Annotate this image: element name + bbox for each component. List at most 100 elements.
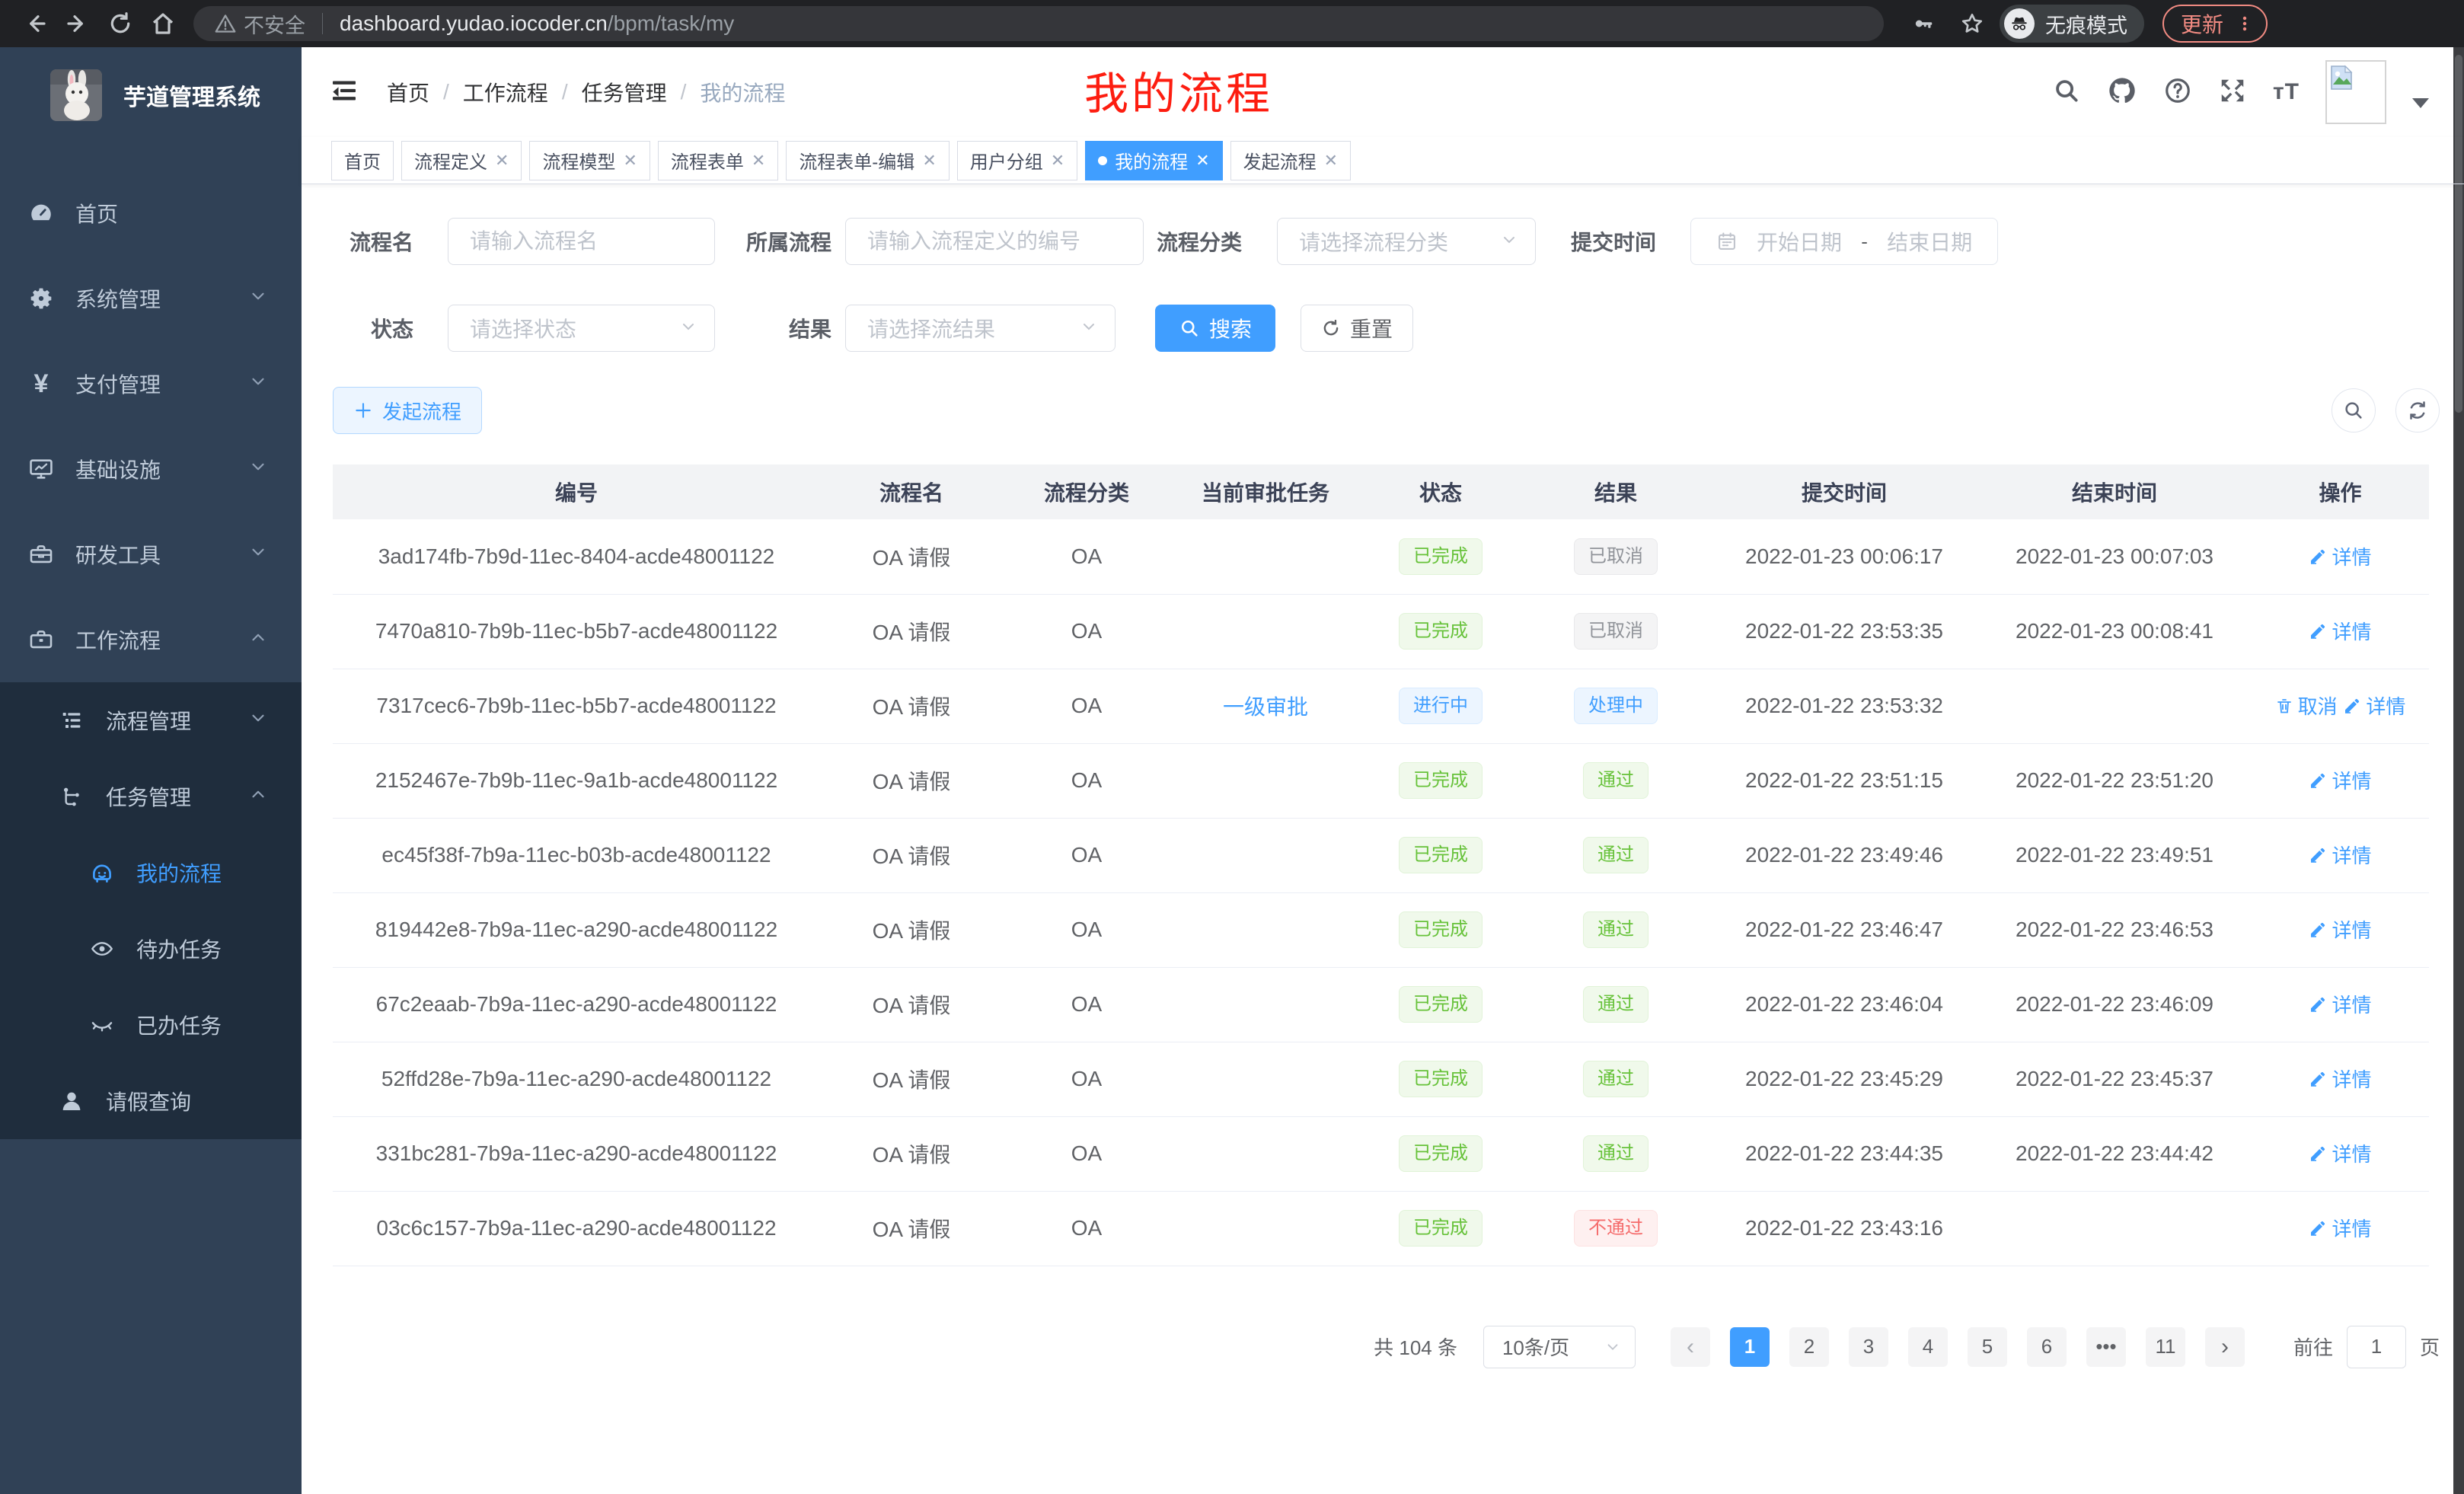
close-icon[interactable]: ✕ xyxy=(922,151,936,171)
tab-0[interactable]: 首页 xyxy=(331,141,394,180)
page-button-4[interactable]: 4 xyxy=(1908,1327,1948,1367)
sidebar-item-5[interactable]: 工作流程 xyxy=(0,597,302,682)
category-select[interactable]: 请选择流程分类 xyxy=(1277,218,1536,265)
date-range-picker[interactable]: 开始日期 - 结束日期 xyxy=(1690,218,1998,265)
avatar[interactable] xyxy=(2325,60,2386,124)
window-scrollbar[interactable] xyxy=(2453,47,2464,1494)
cell-submit-time: 2022-01-22 23:46:04 xyxy=(1711,967,1977,1042)
pagination-total: 共 104 条 xyxy=(1374,1333,1457,1361)
refresh-table-button[interactable] xyxy=(2395,388,2440,433)
sidebar-item-9[interactable]: 待办任务 xyxy=(0,911,302,987)
bookmark-star-icon[interactable] xyxy=(1951,2,1993,45)
sidebar-item-6[interactable]: 流程管理 xyxy=(0,682,302,758)
goto-page-input[interactable] xyxy=(2347,1326,2406,1368)
url-bar[interactable]: 不安全 dashboard.yudao.iocoder.cn/bpm/task/… xyxy=(193,6,1884,41)
cell-name: OA 请假 xyxy=(820,743,1003,818)
detail-action[interactable]: 详情 xyxy=(2309,542,2371,570)
font-size-icon[interactable]: тT xyxy=(2273,79,2300,105)
tab-2[interactable]: 流程模型✕ xyxy=(529,141,650,180)
avatar-caret-icon[interactable] xyxy=(2412,98,2429,108)
status-badge: 已完成 xyxy=(1399,986,1483,1023)
close-icon[interactable]: ✕ xyxy=(1324,151,1338,171)
not-secure-warning[interactable]: 不安全 xyxy=(215,9,305,39)
detail-action[interactable]: 详情 xyxy=(2309,766,2371,794)
search-button[interactable]: 搜索 xyxy=(1155,305,1275,352)
tab-1[interactable]: 流程定义✕ xyxy=(401,141,522,180)
category-placeholder: 请选择流程分类 xyxy=(1278,226,1448,257)
status-select[interactable]: 请选择状态 xyxy=(448,305,715,352)
password-key-icon[interactable] xyxy=(1902,2,1945,45)
sidebar-item-3[interactable]: 基础设施 xyxy=(0,426,302,512)
fullscreen-icon[interactable] xyxy=(2218,76,2247,109)
create-process-button[interactable]: 发起流程 xyxy=(333,387,482,434)
result-select[interactable]: 请选择流结果 xyxy=(845,305,1116,352)
browser-home-icon[interactable] xyxy=(142,2,184,45)
main-area: 首页 / 工作流程 / 任务管理 / 我的流程 我的流程 xyxy=(302,47,2464,1494)
browser-reload-icon[interactable] xyxy=(99,2,142,45)
detail-action[interactable]: 详情 xyxy=(2309,990,2371,1018)
sidebar-item-4[interactable]: 研发工具 xyxy=(0,512,302,597)
browser-forward-icon[interactable] xyxy=(56,2,99,45)
close-icon[interactable]: ✕ xyxy=(1051,151,1064,171)
submit-time-label: 提交时间 xyxy=(1571,226,1656,257)
page-size-select[interactable]: 10条/页 xyxy=(1483,1326,1636,1368)
tab-4[interactable]: 流程表单-编辑✕ xyxy=(786,141,949,180)
close-icon[interactable]: ✕ xyxy=(623,151,637,171)
status-label: 状态 xyxy=(333,313,413,343)
detail-action[interactable]: 详情 xyxy=(2309,841,2371,869)
sidebar-item-2[interactable]: ¥支付管理 xyxy=(0,341,302,426)
next-page-button[interactable]: › xyxy=(2205,1327,2245,1367)
github-icon[interactable] xyxy=(2107,75,2137,110)
breadcrumb-task-mgmt[interactable]: 任务管理 xyxy=(582,77,667,107)
detail-action[interactable]: 详情 xyxy=(2309,1214,2371,1242)
scrollbar-thumb[interactable] xyxy=(2455,55,2462,413)
page-button-2[interactable]: 2 xyxy=(1789,1327,1829,1367)
process-def-input[interactable] xyxy=(845,218,1144,265)
sidebar-item-11[interactable]: 请假查询 xyxy=(0,1063,302,1139)
page-button-6[interactable]: 6 xyxy=(2027,1327,2067,1367)
detail-action[interactable]: 详情 xyxy=(2309,1065,2371,1093)
sidebar-item-10[interactable]: 已办任务 xyxy=(0,987,302,1063)
column-header-4: 状态 xyxy=(1361,464,1521,519)
close-icon[interactable]: ✕ xyxy=(495,151,509,171)
sidebar-item-0[interactable]: 首页 xyxy=(0,171,302,256)
sidebar-item-label: 请假查询 xyxy=(106,1086,191,1116)
red-annotation-text: 我的流程 xyxy=(1084,58,1273,122)
sidebar-item-8[interactable]: 我的流程 xyxy=(0,835,302,911)
page-button-1[interactable]: 1 xyxy=(1730,1327,1770,1367)
page-ellipsis[interactable]: ••• xyxy=(2086,1327,2126,1367)
detail-action[interactable]: 详情 xyxy=(2309,1139,2371,1167)
column-header-1: 流程名 xyxy=(820,464,1003,519)
page-button-11[interactable]: 11 xyxy=(2146,1327,2185,1367)
page-button-5[interactable]: 5 xyxy=(1968,1327,2007,1367)
tab-6[interactable]: 我的流程✕ xyxy=(1085,141,1222,180)
process-name-input[interactable] xyxy=(448,218,715,265)
current-task-link[interactable]: 一级审批 xyxy=(1223,695,1308,719)
browser-update-button[interactable]: 更新 xyxy=(2162,5,2268,43)
sidebar-item-7[interactable]: 任务管理 xyxy=(0,758,302,835)
close-icon[interactable]: ✕ xyxy=(752,151,765,171)
breadcrumb-home[interactable]: 首页 xyxy=(387,77,429,107)
close-icon[interactable]: ✕ xyxy=(1195,151,1209,171)
prev-page-button[interactable]: ‹ xyxy=(1671,1327,1710,1367)
detail-action[interactable]: 详情 xyxy=(2309,915,2371,943)
header-search-icon[interactable] xyxy=(2052,76,2081,109)
browser-back-icon[interactable] xyxy=(14,2,56,45)
yen-icon: ¥ xyxy=(28,371,54,397)
tab-5[interactable]: 用户分组✕ xyxy=(957,141,1077,180)
page-button-3[interactable]: 3 xyxy=(1849,1327,1888,1367)
breadcrumb-workflow[interactable]: 工作流程 xyxy=(463,77,548,107)
tab-7[interactable]: 发起流程✕ xyxy=(1230,141,1351,180)
sidebar-logo[interactable]: 芋道管理系统 xyxy=(0,47,302,143)
reset-button[interactable]: 重置 xyxy=(1301,305,1413,352)
sidebar-item-1[interactable]: 系统管理 xyxy=(0,256,302,341)
help-icon[interactable] xyxy=(2163,76,2192,109)
cell-end-time: 2022-01-22 23:45:37 xyxy=(1977,1042,2252,1116)
cancel-action[interactable]: 取消 xyxy=(2275,691,2338,720)
tab-3[interactable]: 流程表单✕ xyxy=(658,141,778,180)
detail-action[interactable]: 详情 xyxy=(2343,691,2405,720)
toggle-search-button[interactable] xyxy=(2332,388,2376,433)
detail-action[interactable]: 详情 xyxy=(2309,617,2371,645)
cell-end-time: 2022-01-22 23:49:51 xyxy=(1977,818,2252,892)
sidebar-toggle-icon[interactable] xyxy=(302,75,387,110)
